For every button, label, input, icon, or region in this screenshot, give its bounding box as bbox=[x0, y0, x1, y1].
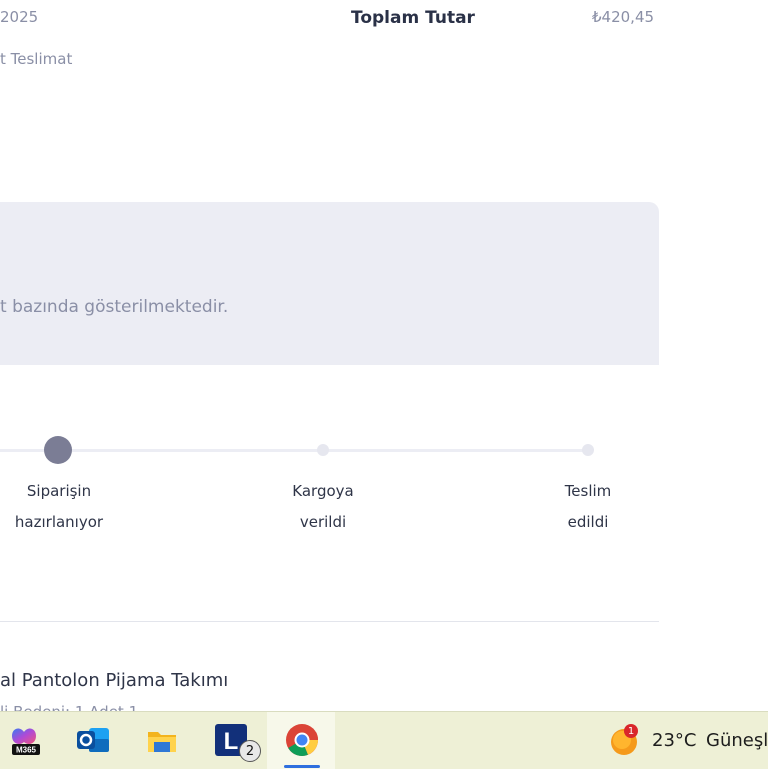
product-name[interactable]: al Pantolon Pijama Takımı bbox=[0, 670, 228, 691]
chrome-icon[interactable] bbox=[284, 722, 320, 758]
step-label-shipped: Kargoya verildi bbox=[262, 476, 384, 538]
weather-temperature[interactable]: 23°C bbox=[652, 730, 696, 751]
window-count-badge: 2 bbox=[239, 740, 261, 762]
step-label-line2: edildi bbox=[567, 513, 609, 531]
m365-label: M365 bbox=[16, 746, 37, 755]
delivery-type: t Teslimat bbox=[0, 50, 73, 68]
step-label-line1: Siparişin bbox=[26, 482, 92, 500]
total-label: Toplam Tutar bbox=[351, 8, 475, 28]
weather-description[interactable]: Güneşli bbox=[706, 730, 768, 751]
step-label-preparing: Siparişin hazırlanıyor bbox=[0, 476, 120, 538]
progress-track bbox=[0, 449, 590, 452]
step-label-line1: Teslim bbox=[564, 482, 612, 500]
file-explorer-icon[interactable] bbox=[144, 722, 180, 758]
total-value: ₺420,45 bbox=[592, 8, 655, 26]
order-date: 2025 bbox=[0, 8, 39, 26]
weather-notification-badge: 1 bbox=[624, 724, 638, 738]
step-dot-active bbox=[44, 436, 72, 464]
l-app-letter: L bbox=[224, 728, 239, 755]
taskbar: M365 L 2 1 23°C Güneşli bbox=[0, 711, 768, 769]
step-dot-teslim bbox=[582, 444, 594, 456]
info-text: t bazında gösterilmektedir. bbox=[0, 297, 229, 317]
info-card bbox=[0, 202, 659, 365]
outlook-icon[interactable] bbox=[75, 722, 111, 758]
divider bbox=[0, 621, 659, 622]
step-label-line2: verildi bbox=[299, 513, 347, 531]
microsoft-365-icon[interactable]: M365 bbox=[6, 722, 42, 758]
step-label-line2: hazırlanıyor bbox=[14, 513, 104, 531]
step-dot-kargoya bbox=[317, 444, 329, 456]
step-label-delivered: Teslim edildi bbox=[527, 476, 649, 538]
step-label-line1: Kargoya bbox=[292, 482, 354, 500]
